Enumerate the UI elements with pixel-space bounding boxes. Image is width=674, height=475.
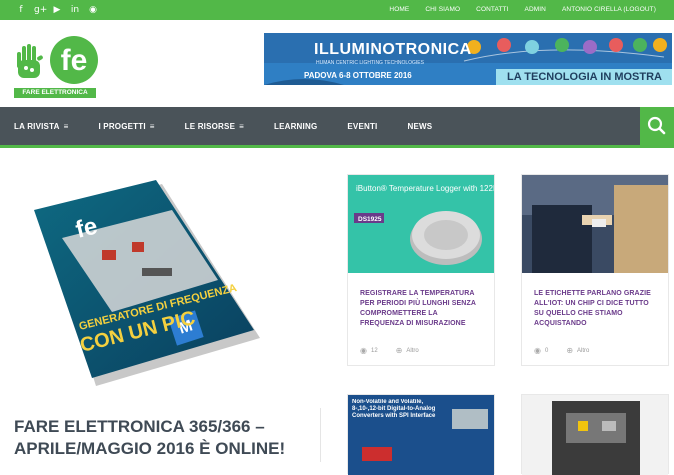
search-button[interactable] (640, 107, 674, 145)
column-divider (320, 408, 321, 462)
eye-icon: ◉ (360, 346, 367, 355)
nav-item-le-risorse[interactable]: LE RISORSE ≡ (185, 122, 244, 131)
nav-label: LA RIVISTA (14, 121, 60, 131)
nav-accent-line (0, 145, 674, 148)
banner-title: ILLUMINOTRONICA (314, 41, 472, 58)
svg-text:fe: fe (61, 44, 88, 77)
main-nav: LA RIVISTA ≡ I PROGETTI ≡ LE RISORSE ≡ LEAR… (0, 107, 640, 145)
article-card[interactable] (521, 394, 669, 475)
more-link[interactable]: Altro (406, 348, 418, 354)
top-links: HOME CHI SIAMO CONTATTI ADMIN ANTONIO CI… (389, 5, 656, 15)
arrow-circle-icon[interactable]: ⊕ (396, 346, 403, 355)
banner-tagline: LA TECNOLOGIA IN MOSTRA (502, 70, 666, 84)
top-link-contatti[interactable]: CONTATTI (476, 5, 508, 15)
card-image (522, 175, 668, 273)
menu-icon: ≡ (239, 121, 244, 131)
more-link[interactable]: Altro (577, 348, 589, 354)
top-bar: f g+ ▶ in ◉ HOME CHI SIAMO CONTATTI ADMI… (0, 0, 674, 20)
menu-icon: ≡ (149, 121, 155, 131)
nav-label: EVENTI (347, 121, 378, 131)
card-meta: ◉ 12 ⊕ Altro (360, 346, 419, 355)
event-banner[interactable]: ILLUMINOTRONICA HUMAN CENTRIC LIGHTING T… (264, 33, 672, 85)
arrow-circle-icon[interactable]: ⊕ (566, 346, 573, 355)
card-title: LE ETICHETTE PARLANO GRAZIE ALL'IOT: UN … (534, 290, 651, 327)
logo-text: FARE ELETTRONICA (14, 88, 96, 98)
view-count: 12 (370, 347, 378, 354)
linkedin-icon[interactable]: in (70, 4, 80, 16)
article-card[interactable]: Non-Volatile and Volatile, 8-,10-,12-bit… (347, 394, 495, 475)
article-card[interactable]: LE ETICHETTE PARLANO GRAZIE ALL'IOT: UN … (521, 174, 669, 366)
cover-image: M fe GENERATORE DI FREQUENZA CON UN PIC (34, 180, 260, 386)
card-image: Non-Volatile and Volatile, 8-,10-,12-bit… (348, 395, 494, 475)
card-image-text: Non-Volatile and Volatile, 8-,10-,12-bit… (352, 399, 436, 419)
nav-label: LEARNING (273, 121, 318, 131)
menu-icon: ≡ (63, 121, 69, 131)
facebook-icon[interactable]: f (16, 4, 26, 16)
nav-label: NEWS (407, 121, 433, 131)
card-image-tag: DS1925 (358, 216, 382, 223)
nav-item-i-progetti[interactable]: I PROGETTI ≡ (98, 122, 154, 131)
nav-label: I PROGETTI (98, 121, 146, 131)
banner-subtitle: HUMAN CENTRIC LIGHTING TECHNOLOGIES (316, 60, 424, 66)
rss-icon[interactable]: ◉ (88, 4, 98, 16)
card-title: REGISTRARE LA TEMPERATURA PER PERIODI PI… (360, 290, 476, 327)
eye-icon: ◉ (534, 346, 541, 355)
nav-label: LE RISORSE (184, 121, 236, 131)
feature-article-title[interactable]: FARE ELETTRONICA 365/366 – APRILE/MAGGIO… (14, 416, 314, 460)
youtube-icon[interactable]: ▶ (52, 4, 62, 16)
nav-item-la-rivista[interactable]: LA RIVISTA ≡ (14, 122, 68, 131)
logo-mark: fe (17, 36, 98, 84)
card-meta: ◉ 0 ⊕ Altro (534, 346, 589, 355)
top-link-admin[interactable]: ADMIN (525, 5, 546, 15)
card-image (522, 395, 668, 475)
banner-dates: PADOVA 6-8 OTTOBRE 2016 (304, 71, 412, 80)
google-plus-icon[interactable]: g+ (34, 4, 47, 16)
nav-item-learning[interactable]: LEARNING (274, 122, 317, 131)
nav-item-eventi[interactable]: EVENTI (347, 122, 377, 131)
magazine-cover[interactable]: M fe GENERATORE DI FREQUENZA CON UN PIC (22, 180, 270, 400)
top-link-chi-siamo[interactable]: CHI SIAMO (425, 5, 460, 15)
card-image-text: iButton® Temperature Logger with 122KB M… (356, 184, 494, 193)
top-link-logout[interactable]: ANTONIO CIRELLA (LOGOUT) (562, 5, 656, 15)
article-card[interactable]: iButton® Temperature Logger with 122KB M… (347, 174, 495, 366)
nav-item-news[interactable]: NEWS (407, 122, 432, 131)
card-image: iButton® Temperature Logger with 122KB M… (348, 175, 494, 273)
social-links: f g+ ▶ in ◉ (16, 4, 98, 16)
view-count: 0 (544, 347, 549, 354)
search-icon (647, 116, 666, 135)
site-logo[interactable]: fe FARE ELETTRONICA (14, 32, 100, 98)
top-link-home[interactable]: HOME (389, 5, 409, 15)
